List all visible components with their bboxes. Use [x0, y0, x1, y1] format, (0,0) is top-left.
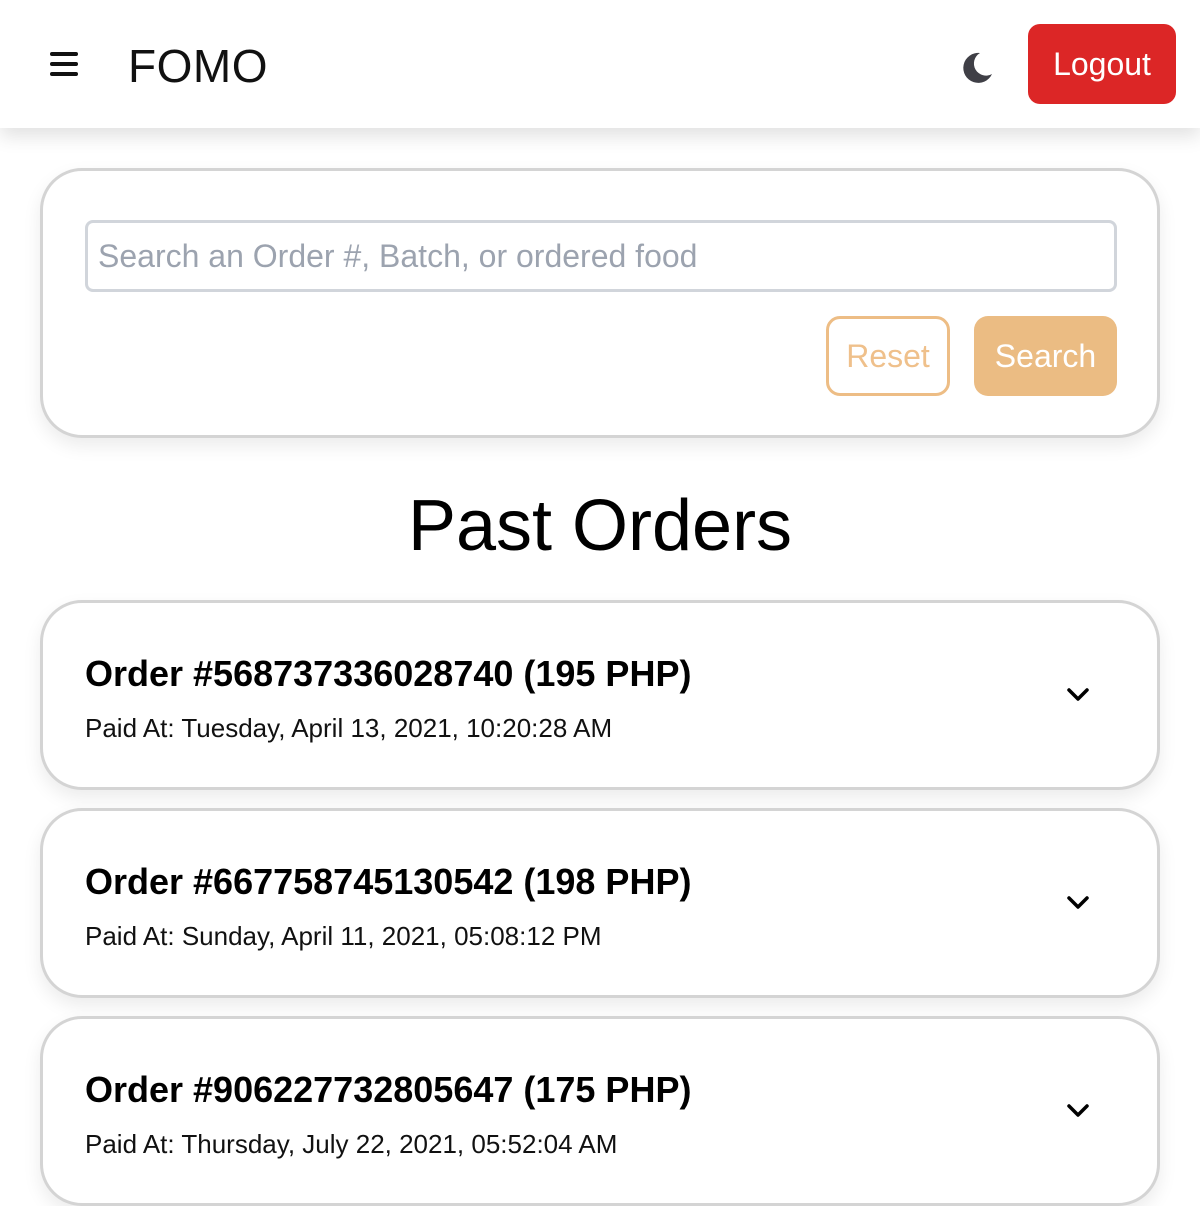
search-panel: Reset Search [40, 168, 1160, 438]
search-button[interactable]: Search [974, 316, 1117, 396]
order-paid-at: Paid At: Sunday, April 11, 2021, 05:08:1… [85, 921, 602, 951]
moon-icon[interactable] [956, 48, 996, 88]
order-title: Order #906227732805647 (175 PHP) [85, 1069, 692, 1110]
order-paid-at: Paid At: Tuesday, April 13, 2021, 10:20:… [85, 713, 613, 743]
reset-button[interactable]: Reset [826, 316, 950, 396]
order-paid-at: Paid At: Thursday, July 22, 2021, 05:52:… [85, 1129, 618, 1159]
app-brand[interactable]: FOMO [128, 36, 268, 96]
hamburger-menu-icon[interactable] [50, 52, 78, 76]
menu-bar [50, 62, 78, 66]
search-input[interactable] [85, 220, 1117, 292]
top-navbar: FOMO Logout [0, 0, 1200, 128]
chevron-down-icon[interactable] [1065, 685, 1091, 705]
order-card[interactable]: Order #568737336028740 (195 PHP) Paid At… [40, 600, 1160, 790]
chevron-down-icon[interactable] [1065, 1101, 1091, 1121]
order-title: Order #568737336028740 (195 PHP) [85, 653, 692, 694]
menu-bar [50, 72, 78, 76]
page-title: Past Orders [407, 486, 793, 566]
menu-bar [50, 52, 78, 56]
logout-button[interactable]: Logout [1028, 24, 1176, 104]
order-card[interactable]: Order #667758745130542 (198 PHP) Paid At… [40, 808, 1160, 998]
chevron-down-icon[interactable] [1065, 893, 1091, 913]
order-card[interactable]: Order #906227732805647 (175 PHP) Paid At… [40, 1016, 1160, 1206]
order-title: Order #667758745130542 (198 PHP) [85, 861, 692, 902]
